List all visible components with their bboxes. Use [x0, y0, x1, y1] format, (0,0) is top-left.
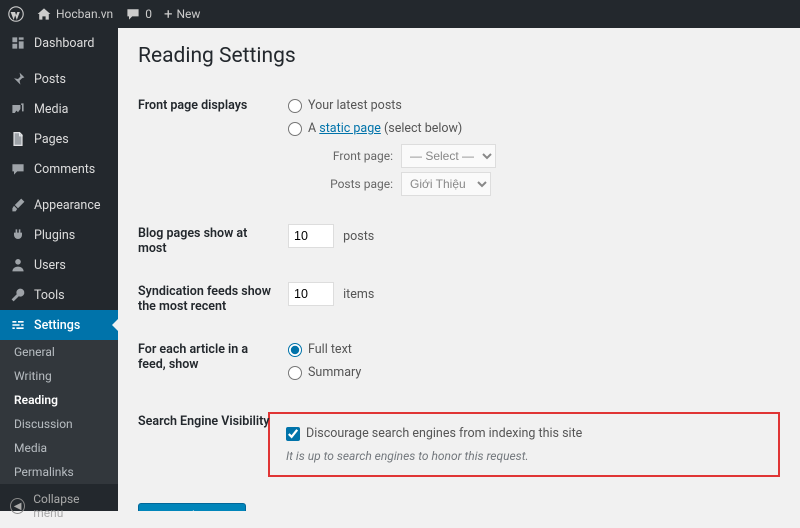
static-page-link[interactable]: static page	[319, 121, 381, 136]
sidebar-item-label: Media	[34, 102, 68, 117]
sidebar-item-dashboard[interactable]: Dashboard	[0, 28, 118, 58]
radio-full-text[interactable]	[288, 343, 302, 357]
collapse-icon: ◀	[10, 498, 25, 514]
content-area: Reading Settings Front page displays You…	[118, 28, 800, 511]
media-icon	[10, 101, 26, 117]
label-blog-pages: Blog pages show at most	[138, 212, 288, 270]
site-name: Hocban.vn	[56, 7, 113, 21]
checkbox-discourage-label: Discourage search engines from indexing …	[306, 426, 582, 441]
input-posts-per-rss[interactable]	[288, 282, 334, 306]
admin-bar: Hocban.vn 0 + New	[0, 0, 800, 28]
unit-posts: posts	[343, 229, 374, 244]
static-suffix: (select below)	[381, 121, 462, 136]
user-icon	[10, 257, 26, 273]
sidebar-item-label: Comments	[34, 162, 95, 177]
sidebar-item-comments[interactable]: Comments	[0, 154, 118, 184]
new-label: New	[176, 7, 200, 21]
search-visibility-desc: It is up to search engines to honor this…	[286, 449, 762, 463]
admin-sidebar: Dashboard Posts Media Pages Comments Appearan…	[0, 28, 118, 511]
page-icon	[10, 131, 26, 147]
static-prefix: A	[308, 121, 319, 136]
sidebar-item-media[interactable]: Media	[0, 94, 118, 124]
sidebar-item-label: Posts	[34, 72, 66, 87]
label-syndication: Syndication feeds show the most recent	[138, 270, 288, 328]
sidebar-item-label: Dashboard	[34, 36, 94, 51]
sidebar-item-label: Pages	[34, 132, 69, 147]
wordpress-icon	[8, 6, 24, 22]
collapse-label: Collapse menu	[33, 492, 108, 520]
save-button[interactable]: Save Changes	[138, 503, 246, 511]
unit-items: items	[343, 287, 374, 302]
plug-icon	[10, 227, 26, 243]
sidebar-item-label: Settings	[34, 318, 80, 333]
comment-icon	[10, 161, 26, 177]
front-page-select-label: Front page:	[328, 149, 393, 163]
sidebar-item-label: Users	[34, 258, 66, 273]
comment-icon	[125, 6, 141, 22]
sidebar-item-label: Plugins	[34, 228, 75, 243]
brush-icon	[10, 197, 26, 213]
submenu-item-general[interactable]: General	[0, 340, 118, 364]
submenu-item-reading[interactable]: Reading	[0, 388, 118, 412]
input-posts-per-page[interactable]	[288, 224, 334, 248]
sidebar-item-label: Tools	[34, 288, 65, 303]
posts-page-select-label: Posts page:	[328, 177, 393, 191]
new-content-link[interactable]: + New	[164, 7, 200, 22]
sidebar-item-settings[interactable]: Settings	[0, 310, 118, 340]
radio-summary-label: Summary	[308, 365, 361, 380]
label-search-visibility: Search Engine Visibility	[138, 400, 288, 489]
sidebar-item-plugins[interactable]: Plugins	[0, 220, 118, 250]
comments-count: 0	[145, 7, 152, 21]
label-feed-show: For each article in a feed, show	[138, 328, 288, 400]
submenu-item-discussion[interactable]: Discussion	[0, 412, 118, 436]
sidebar-item-tools[interactable]: Tools	[0, 280, 118, 310]
radio-latest-label: Your latest posts	[308, 98, 402, 113]
checkbox-discourage-indexing[interactable]	[286, 427, 300, 441]
radio-summary[interactable]	[288, 366, 302, 380]
wrench-icon	[10, 287, 26, 303]
pin-icon	[10, 71, 26, 87]
dashboard-icon	[10, 35, 26, 51]
submenu-item-permalinks[interactable]: Permalinks	[0, 460, 118, 484]
sliders-icon	[10, 317, 26, 333]
page-title: Reading Settings	[138, 44, 780, 68]
collapse-menu[interactable]: ◀ Collapse menu	[0, 484, 118, 528]
sidebar-item-pages[interactable]: Pages	[0, 124, 118, 154]
radio-full-label: Full text	[308, 342, 352, 357]
front-page-select[interactable]: — Select —	[401, 144, 496, 168]
site-name-link[interactable]: Hocban.vn	[36, 6, 113, 22]
posts-page-select[interactable]: Giới Thiệu	[401, 172, 491, 196]
sidebar-item-posts[interactable]: Posts	[0, 64, 118, 94]
sidebar-item-label: Appearance	[34, 198, 101, 213]
submenu-item-media[interactable]: Media	[0, 436, 118, 460]
submenu-item-writing[interactable]: Writing	[0, 364, 118, 388]
radio-static-page[interactable]	[288, 122, 302, 136]
wp-logo[interactable]	[8, 6, 24, 22]
radio-latest-posts[interactable]	[288, 99, 302, 113]
label-front-page: Front page displays	[138, 84, 288, 212]
sidebar-item-appearance[interactable]: Appearance	[0, 190, 118, 220]
plus-icon: +	[164, 7, 173, 22]
settings-submenu: GeneralWritingReadingDiscussionMediaPerm…	[0, 340, 118, 484]
sidebar-item-users[interactable]: Users	[0, 250, 118, 280]
search-visibility-highlight: Discourage search engines from indexing …	[268, 412, 780, 477]
home-icon	[36, 6, 52, 22]
comments-link[interactable]: 0	[125, 6, 152, 22]
